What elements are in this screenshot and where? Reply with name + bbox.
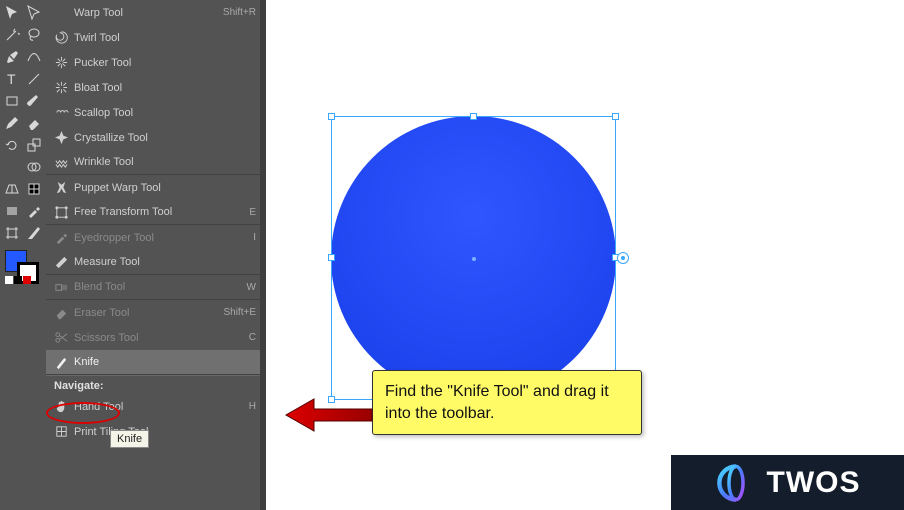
tool-label: Wrinkle Tool (72, 156, 256, 168)
tool-item-scallop-tool[interactable]: Scallop Tool (46, 100, 266, 125)
curvature-tool-icon[interactable] (23, 46, 45, 68)
crystallize-icon (50, 130, 72, 145)
type-tool-icon[interactable]: T (1, 68, 23, 90)
main-toolbar: T (0, 0, 46, 510)
pen-tool-icon[interactable] (1, 46, 23, 68)
mesh-tool-icon[interactable] (23, 178, 45, 200)
brand-badge: TWOS (671, 455, 904, 510)
tool-label: Crystallize Tool (72, 132, 256, 144)
selection-tool-icon[interactable] (1, 2, 23, 24)
artboard-tool-icon[interactable] (1, 222, 23, 244)
tool-item-hand-tool[interactable]: Hand ToolH (46, 394, 266, 419)
navigate-tool-list: Hand ToolH Print Tiling Tool (46, 394, 266, 444)
tool-item-measure-tool[interactable]: Measure Tool (46, 250, 266, 275)
puppet-icon (50, 180, 72, 195)
tool-label: Eyedropper Tool (72, 232, 253, 244)
tool-shortcut: Shift+E (223, 307, 256, 318)
tool-item-blend-tool[interactable]: Blend ToolW (46, 275, 266, 300)
scale-tool-icon[interactable] (23, 134, 45, 156)
rotate-tool-icon[interactable] (1, 134, 23, 156)
slice-tool-icon[interactable] (23, 222, 45, 244)
tool-label: Hand Tool (72, 401, 249, 413)
tool-label: Eraser Tool (72, 307, 223, 319)
rectangle-tool-icon[interactable] (1, 90, 23, 112)
eraser-icon (50, 305, 72, 320)
pencil-tool-icon[interactable] (1, 112, 23, 134)
svg-text:T: T (7, 71, 16, 87)
twos-logo-icon (715, 462, 757, 504)
shape-builder-tool-icon[interactable] (23, 156, 45, 178)
paintbrush-tool-icon[interactable] (23, 90, 45, 112)
hand-icon (50, 399, 72, 414)
all-tools-panel: Warp ToolShift+R Twirl Tool Pucker Tool Blo… (46, 0, 266, 510)
resize-handle[interactable] (328, 254, 335, 261)
tool-item-wrinkle-tool[interactable]: Wrinkle Tool (46, 150, 266, 175)
eraser-tool-icon[interactable] (23, 112, 45, 134)
tool-item-twirl-tool[interactable]: Twirl Tool (46, 25, 266, 50)
tool-label: Warp Tool (72, 7, 223, 19)
tool-shortcut: E (249, 207, 256, 218)
tool-item-print-tiling-tool[interactable]: Print Tiling Tool (46, 419, 266, 444)
lasso-tool-icon[interactable] (23, 24, 45, 46)
gradient-tool-icon[interactable] (1, 200, 23, 222)
magic-wand-tool-icon[interactable] (1, 24, 23, 46)
tool-list: Warp ToolShift+R Twirl Tool Pucker Tool Blo… (46, 0, 266, 375)
eyedropper-icon (50, 230, 72, 245)
tool-item-crystallize-tool[interactable]: Crystallize Tool (46, 125, 266, 150)
navigate-section-label: Navigate: (46, 375, 266, 394)
direct-select-tool-icon[interactable] (23, 2, 45, 24)
width-tool-icon[interactable] (1, 156, 23, 178)
knife-icon (50, 355, 72, 370)
scissors-icon (50, 330, 72, 345)
instruction-callout: Find the "Knife Tool" and drag it into t… (372, 370, 642, 435)
tool-label: Knife (72, 356, 256, 368)
tool-label: Puppet Warp Tool (72, 182, 256, 194)
tool-label: Free Transform Tool (72, 206, 249, 218)
center-indicator (472, 257, 476, 261)
tool-label: Bloat Tool (72, 82, 256, 94)
tool-item-puppet-warp-tool[interactable]: Puppet Warp Tool (46, 175, 266, 200)
resize-handle[interactable] (612, 113, 619, 120)
tool-label: Scallop Tool (72, 107, 256, 119)
tool-label: Pucker Tool (72, 57, 256, 69)
pucker-icon (50, 55, 72, 70)
transform-icon (50, 205, 72, 220)
tool-shortcut: H (249, 401, 256, 412)
tool-item-scissors-tool[interactable]: Scissors ToolC (46, 325, 266, 350)
tool-item-bloat-tool[interactable]: Bloat Tool (46, 75, 266, 100)
blend-icon (50, 280, 72, 295)
tool-shortcut: I (253, 232, 256, 243)
bloat-icon (50, 80, 72, 95)
tool-shortcut: Shift+R (223, 7, 256, 18)
tool-item-knife[interactable]: Knife (46, 350, 266, 375)
annotation-arrow-icon (284, 395, 374, 435)
brand-name: TWOS (767, 466, 861, 500)
wrinkle-icon (50, 155, 72, 170)
tool-label: Scissors Tool (72, 332, 249, 344)
tooltip: Knife (110, 430, 149, 448)
tool-item-free-transform-tool[interactable]: Free Transform ToolE (46, 200, 266, 225)
print-tiling-icon (50, 424, 72, 439)
tool-label: Print Tiling Tool (72, 426, 256, 438)
edge-anchor-widget[interactable] (617, 252, 629, 264)
tool-item-pucker-tool[interactable]: Pucker Tool (46, 50, 266, 75)
eyedropper-tool-icon[interactable] (23, 200, 45, 222)
line-tool-icon[interactable] (23, 68, 45, 90)
resize-handle[interactable] (328, 113, 335, 120)
resize-handle[interactable] (470, 113, 477, 120)
measure-icon (50, 255, 72, 270)
fill-stroke-swatch[interactable] (3, 250, 43, 284)
perspective-tool-icon[interactable] (1, 178, 23, 200)
tool-shortcut: W (247, 282, 256, 293)
tool-label: Measure Tool (72, 256, 256, 268)
tool-item-eyedropper-tool[interactable]: Eyedropper ToolI (46, 225, 266, 250)
twirl-icon (50, 30, 72, 45)
tool-item-eraser-tool[interactable]: Eraser ToolShift+E (46, 300, 266, 325)
tool-shortcut: C (249, 332, 256, 343)
tool-label: Blend Tool (72, 281, 247, 293)
tool-item-warp-tool[interactable]: Warp ToolShift+R (46, 0, 266, 25)
tool-label: Twirl Tool (72, 32, 256, 44)
scallop-icon (50, 105, 72, 120)
warp-icon (50, 5, 72, 20)
